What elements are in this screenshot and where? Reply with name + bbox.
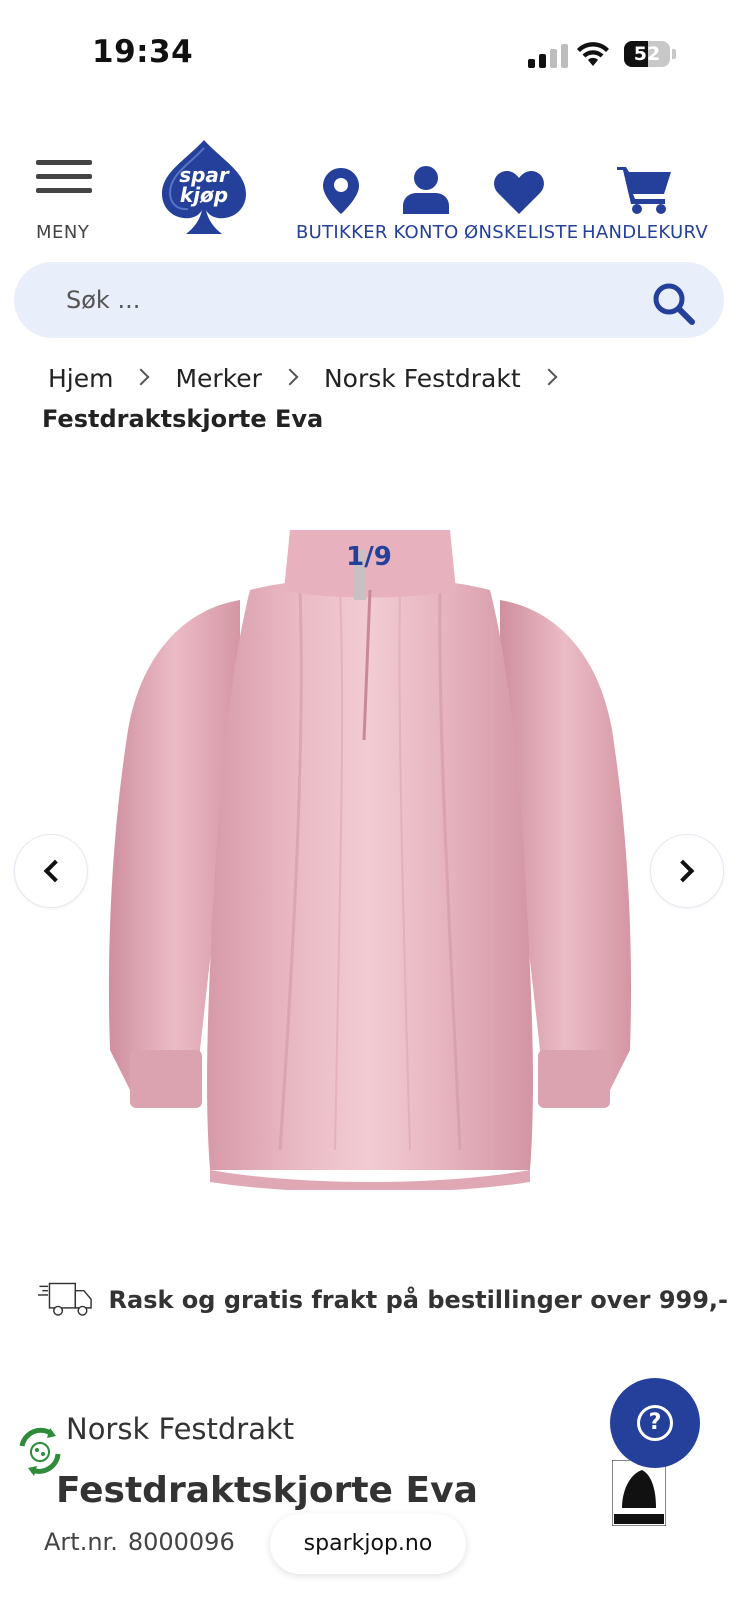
logo-text-kjop: kjøp	[180, 183, 228, 207]
menu-label: MENY	[36, 222, 90, 243]
chevron-right-icon	[671, 859, 695, 883]
article-number: Art.nr. 8000096	[44, 1528, 235, 1556]
location-pin-icon	[323, 168, 359, 214]
product-brand[interactable]: Norsk Festdrakt	[66, 1412, 294, 1446]
heart-icon	[494, 170, 544, 214]
nav-stores[interactable]: BUTIKKER	[296, 160, 388, 243]
browser-url-pill[interactable]: sparkjop.no	[270, 1514, 466, 1574]
hamburger-icon	[36, 160, 96, 193]
nav-account[interactable]: KONTO	[390, 160, 462, 243]
search-icon[interactable]	[652, 282, 696, 326]
chevron-right-icon	[281, 368, 299, 385]
nav-stores-label: BUTIKKER	[296, 222, 388, 243]
search-input[interactable]	[66, 262, 586, 338]
nav-account-label: KONTO	[393, 222, 459, 243]
battery-icon: 52	[624, 41, 676, 67]
image-counter: 1/9	[346, 542, 392, 572]
breadcrumb: Hjem Merker Norsk Festdrakt Festdraktskj…	[42, 364, 722, 433]
breadcrumb-brands[interactable]: Merker	[175, 364, 261, 393]
article-number-label: Art.nr.	[44, 1528, 118, 1556]
site-header: MENY spar kjøp BUTIKKER KONTO ØNSKELISTE…	[0, 130, 738, 250]
nav-cart[interactable]: HANDLEKURV	[580, 160, 710, 243]
shipping-text: Rask og gratis frakt på bestillinger ove…	[108, 1286, 728, 1314]
battery-percentage: 52	[633, 43, 661, 65]
wifi-icon	[577, 42, 609, 66]
product-image[interactable]	[100, 530, 640, 1190]
article-number-value: 8000096	[127, 1528, 235, 1556]
product-title: Festdraktskjorte Eva	[56, 1470, 478, 1511]
cellular-signal-icon	[528, 44, 568, 68]
chevron-right-icon	[132, 368, 150, 385]
norsk-festdrakt-logo	[612, 1460, 666, 1526]
breadcrumb-home[interactable]: Hjem	[48, 364, 113, 393]
cart-icon	[617, 167, 671, 214]
chevron-right-icon	[540, 368, 558, 385]
status-time: 19:34	[92, 34, 194, 70]
breadcrumb-norsk-festdrakt[interactable]: Norsk Festdrakt	[324, 364, 521, 393]
eco-recycle-icon[interactable]	[12, 1424, 68, 1480]
next-image-button[interactable]	[650, 834, 724, 908]
breadcrumb-current: Festdraktskjorte Eva	[42, 405, 324, 433]
shipping-info: Rask og gratis frakt på bestillinger ove…	[38, 1270, 728, 1330]
previous-image-button[interactable]	[14, 834, 88, 908]
search-bar	[14, 262, 724, 338]
product-gallery[interactable]: 1/9	[0, 470, 738, 1230]
status-bar: 19:34 52	[0, 0, 738, 100]
chevron-left-icon	[43, 859, 67, 883]
question-icon: ?	[637, 1405, 673, 1441]
nav-wishlist[interactable]: ØNSKELISTE	[464, 160, 579, 243]
nav-wishlist-label: ØNSKELISTE	[464, 222, 579, 243]
delivery-truck-icon	[38, 1282, 92, 1316]
sparkjop-logo[interactable]: spar kjøp	[156, 138, 252, 238]
user-icon	[403, 166, 449, 214]
nav-cart-label: HANDLEKURV	[582, 222, 708, 243]
help-button[interactable]: ?	[610, 1378, 700, 1468]
menu-button[interactable]	[36, 160, 96, 202]
